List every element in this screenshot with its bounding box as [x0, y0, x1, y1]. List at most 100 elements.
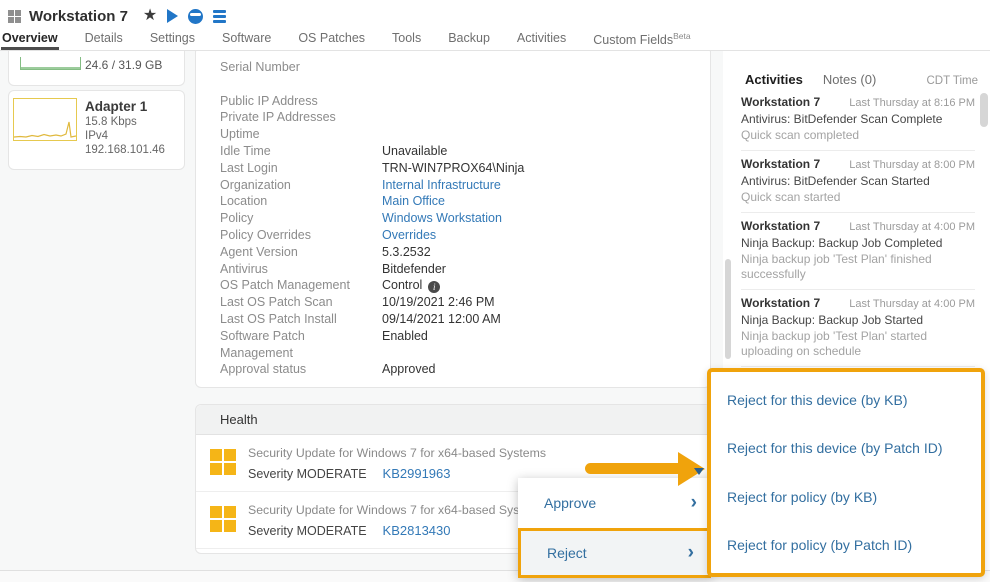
- policy-overrides-link[interactable]: Overrides: [382, 227, 436, 244]
- reject-menu-item[interactable]: Reject›: [518, 528, 711, 578]
- activity-detail: Ninja backup job 'Test Plan' finished su…: [741, 252, 975, 282]
- detail-row: Serial Number: [220, 59, 710, 76]
- tab-overview[interactable]: Overview: [1, 28, 59, 50]
- detail-label: Policy: [220, 210, 382, 227]
- patch-severity: Severity MODERATE: [248, 524, 367, 538]
- detail-row: PolicyWindows Workstation: [220, 210, 710, 227]
- activity-title: Ninja Backup: Backup Job Started: [741, 313, 975, 327]
- activity-device: Workstation 7: [741, 157, 820, 171]
- adapter-protocol: IPv4: [85, 130, 108, 142]
- detail-label: Last Login: [220, 160, 382, 177]
- health-panel-title: Health: [196, 405, 710, 435]
- activity-entry: Workstation 7 Last Thursday at 8:00 PM An…: [741, 151, 975, 213]
- organization-link[interactable]: Internal Infrastructure: [382, 177, 501, 194]
- detail-row: LocationMain Office: [220, 193, 710, 210]
- detail-label: Location: [220, 193, 382, 210]
- activity-timestamp: Last Thursday at 8:00 PM: [849, 159, 975, 171]
- tab-tools[interactable]: Tools: [391, 28, 422, 50]
- activity-entry: Workstation 7Last Thursday at 4:00 PM Ni…: [741, 213, 975, 290]
- reject-device-by-kb-item[interactable]: Reject for this device (by KB): [711, 376, 981, 424]
- chevron-right-icon: ›: [691, 492, 697, 514]
- dropdown-caret-icon[interactable]: [694, 468, 704, 475]
- patch-title: Security Update for Windows 7 for x64-ba…: [248, 446, 546, 460]
- detail-label: Policy Overrides: [220, 227, 382, 244]
- page-scrollbar[interactable]: [725, 259, 731, 359]
- tab-os-patches[interactable]: OS Patches: [297, 28, 366, 50]
- detail-label: OS Patch Management: [220, 277, 382, 294]
- activity-timestamp: Last Thursday at 4:00 PM: [849, 221, 975, 233]
- chevron-right-icon: ›: [688, 542, 694, 564]
- windows-flag-icon: [210, 449, 236, 481]
- info-icon[interactable]: i: [428, 281, 440, 293]
- activity-device: Workstation 7: [741, 296, 820, 310]
- detail-label: Organization: [220, 177, 382, 194]
- device-tabbar: Overview Details Settings Software OS Pa…: [0, 28, 990, 51]
- detail-label: Public IP Address: [220, 93, 382, 110]
- tab-details[interactable]: Details: [84, 28, 124, 50]
- detail-row-spacer: [220, 76, 710, 93]
- detail-label: Last OS Patch Install: [220, 311, 382, 328]
- favorite-star-icon[interactable]: ★: [143, 8, 157, 24]
- tab-custom-fields[interactable]: Custom FieldsBeta: [592, 28, 691, 50]
- windows-os-icon: [8, 10, 21, 23]
- patch-context-menu: Approve› Reject›: [518, 478, 711, 578]
- tab-activities[interactable]: Activities: [516, 28, 567, 50]
- policy-link[interactable]: Windows Workstation: [382, 210, 502, 227]
- activities-scrollbar[interactable]: [980, 93, 988, 127]
- patch-title: Security Update for Windows 7 for x64-ba…: [248, 503, 546, 517]
- detail-value: Enabled: [382, 328, 428, 362]
- tab-settings[interactable]: Settings: [149, 28, 196, 50]
- annotation-arrow: [585, 463, 683, 474]
- adapter-title: Adapter 1: [85, 99, 147, 114]
- detail-row: Policy OverridesOverrides: [220, 227, 710, 244]
- tab-software[interactable]: Software: [221, 28, 272, 50]
- beta-badge: Beta: [673, 31, 691, 41]
- detail-row: Uptime: [220, 126, 710, 143]
- detail-row: AntivirusBitdefender: [220, 261, 710, 278]
- activity-timestamp: Last Thursday at 8:16 PM: [849, 97, 975, 109]
- detail-row: Public IP Address: [220, 93, 710, 110]
- adapter-ip: 192.168.101.46: [85, 144, 165, 156]
- detail-label: Last OS Patch Scan: [220, 294, 382, 311]
- reject-device-by-patchid-item[interactable]: Reject for this device (by Patch ID): [711, 424, 981, 472]
- detail-row: Agent Version5.3.2532: [220, 244, 710, 261]
- detail-value: Bitdefender: [382, 261, 446, 278]
- detail-row: Software Patch ManagementEnabled: [220, 328, 710, 362]
- activities-tab[interactable]: Activities: [745, 72, 803, 87]
- detail-label: Private IP Addresses: [220, 109, 382, 126]
- detail-value: 5.3.2532: [382, 244, 431, 261]
- detail-label: Serial Number: [220, 59, 382, 76]
- activity-entry: Workstation 7 Last Thursday at 4:00 PM Ni…: [741, 290, 975, 367]
- detail-row: Last OS Patch Scan10/19/2021 2:46 PM: [220, 294, 710, 311]
- detail-row: OS Patch ManagementControli: [220, 277, 710, 294]
- reject-submenu: Reject for this device (by KB) Reject fo…: [707, 368, 985, 577]
- detail-row: Last OS Patch Install09/14/2021 12:00 AM: [220, 311, 710, 328]
- reject-policy-by-patchid-item[interactable]: Reject for policy (by Patch ID): [711, 521, 981, 569]
- network-adapter-card: Adapter 1 15.8 Kbps IPv4 192.168.101.46: [8, 90, 185, 170]
- detail-label: Approval status: [220, 361, 382, 378]
- detail-value: Controli: [382, 277, 440, 294]
- activity-timestamp: Last Thursday at 4:00 PM: [849, 298, 975, 310]
- device-header: Workstation 7 ★: [0, 0, 990, 28]
- detail-row: Approval statusApproved: [220, 361, 710, 378]
- detail-value: Approved: [382, 361, 436, 378]
- notes-tab[interactable]: Notes (0): [823, 72, 876, 87]
- remote-play-icon[interactable]: [167, 9, 178, 23]
- activity-device: Workstation 7: [741, 95, 820, 109]
- activity-title: Antivirus: BitDefender Scan Complete: [741, 112, 975, 126]
- kb-link[interactable]: KB2991963: [383, 466, 451, 481]
- ninja-agent-icon[interactable]: [188, 9, 203, 24]
- kb-link[interactable]: KB2813430: [383, 523, 451, 538]
- timezone-label: CDT Time: [926, 75, 978, 87]
- activity-title: Antivirus: BitDefender Scan Started: [741, 174, 975, 188]
- detail-label: Uptime: [220, 126, 382, 143]
- tab-backup[interactable]: Backup: [447, 28, 491, 50]
- actions-menu-icon[interactable]: [213, 10, 226, 23]
- reject-policy-by-kb-item[interactable]: Reject for policy (by KB): [711, 473, 981, 521]
- detail-label: Idle Time: [220, 143, 382, 160]
- location-link[interactable]: Main Office: [382, 193, 445, 210]
- device-details-panel: Serial Number Public IP Address Private …: [195, 46, 711, 388]
- detail-value: 10/19/2021 2:46 PM: [382, 294, 495, 311]
- windows-flag-icon: [210, 506, 236, 538]
- network-sparkline-chart: [13, 98, 77, 141]
